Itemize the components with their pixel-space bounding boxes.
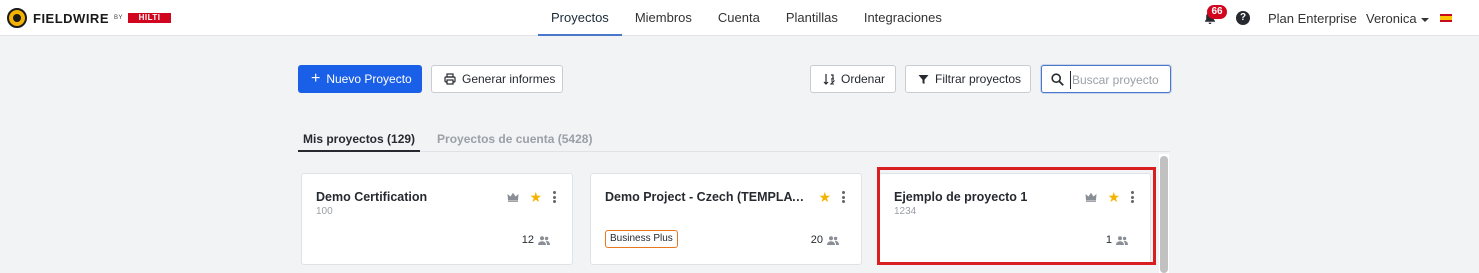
main-nav: Proyectos Miembros Cuenta Plantillas Int… xyxy=(538,0,955,36)
nav-item-proyectos[interactable]: Proyectos xyxy=(538,0,622,36)
nav-item-plantillas[interactable]: Plantillas xyxy=(773,0,851,36)
generate-reports-button[interactable]: Generar informes xyxy=(431,65,563,93)
plan-label[interactable]: Plan Enterprise xyxy=(1268,11,1357,26)
printer-icon xyxy=(444,73,456,85)
star-icon[interactable]: ★ xyxy=(529,190,542,204)
nav-item-integraciones[interactable]: Integraciones xyxy=(851,0,955,36)
scrollbar-thumb[interactable] xyxy=(1160,156,1168,273)
project-members: 12 xyxy=(522,234,550,246)
project-card[interactable]: Demo Certification 100 ★ 12 xyxy=(301,173,573,265)
more-options-icon[interactable] xyxy=(552,191,556,203)
plan-badge: Business Plus xyxy=(605,230,678,248)
project-tabs: Mis proyectos (129) Proyectos de cuenta … xyxy=(298,126,1170,152)
members-count: 12 xyxy=(521,234,534,246)
crown-icon xyxy=(507,192,519,202)
generate-reports-label: Generar informes xyxy=(462,72,556,86)
star-icon[interactable]: ★ xyxy=(1107,190,1120,204)
more-options-icon[interactable] xyxy=(841,191,845,203)
project-members: 20 xyxy=(811,234,839,246)
more-options-icon[interactable] xyxy=(1130,191,1134,203)
members-count: 1 xyxy=(1105,234,1112,246)
filter-icon xyxy=(918,74,929,84)
filter-projects-label: Filtrar proyectos xyxy=(935,72,1022,86)
search-icon xyxy=(1051,73,1064,86)
sort-label: Ordenar xyxy=(841,72,886,86)
new-project-label: Nuevo Proyecto xyxy=(326,72,412,86)
project-title: Demo Certification xyxy=(316,190,428,204)
user-menu[interactable]: Veronica xyxy=(1366,11,1429,26)
search-input[interactable] xyxy=(1070,71,1166,89)
people-icon xyxy=(827,235,839,245)
tab-account-projects[interactable]: Proyectos de cuenta (5428) xyxy=(432,126,597,152)
search-box[interactable] xyxy=(1041,65,1171,93)
tab-my-projects[interactable]: Mis proyectos (129) xyxy=(298,126,421,152)
project-title: Demo Project - Czech (TEMPLATE - ... xyxy=(605,190,805,204)
brand-name: FIELDWIRE xyxy=(33,10,109,26)
top-navigation-bar: FIELDWIRE BY HILTI Proyectos Miembros Cu… xyxy=(0,0,1479,36)
new-project-button[interactable]: + Nuevo Proyecto xyxy=(298,65,422,93)
members-count: 20 xyxy=(810,234,823,246)
project-members: 1 xyxy=(1106,234,1128,246)
sort-icon xyxy=(823,74,835,85)
spain-flag-icon[interactable] xyxy=(1440,14,1452,22)
filter-projects-button[interactable]: Filtrar proyectos xyxy=(905,65,1031,93)
nav-item-miembros[interactable]: Miembros xyxy=(622,0,705,36)
help-icon[interactable]: ? xyxy=(1236,11,1250,25)
project-code: 100 xyxy=(316,206,333,217)
project-card[interactable]: Ejemplo de proyecto 1 1234 ★ 1 xyxy=(879,173,1151,265)
notification-count-badge[interactable]: 66 xyxy=(1207,5,1227,19)
fieldwire-logo[interactable]: FIELDWIRE BY HILTI xyxy=(7,8,172,28)
people-icon xyxy=(538,235,550,245)
crown-icon xyxy=(1085,192,1097,202)
project-card-actions: ★ xyxy=(818,190,845,204)
people-icon xyxy=(1116,235,1128,245)
plus-icon: + xyxy=(311,70,321,87)
nav-item-cuenta[interactable]: Cuenta xyxy=(705,0,773,36)
hilti-logo: HILTI xyxy=(128,13,172,23)
chevron-down-icon xyxy=(1420,17,1429,22)
project-card[interactable]: Demo Project - Czech (TEMPLATE - ... ★ B… xyxy=(590,173,862,265)
star-icon[interactable]: ★ xyxy=(818,190,831,204)
fieldwire-logo-icon xyxy=(7,8,27,28)
project-card-actions: ★ xyxy=(1085,190,1134,204)
brand-by: BY xyxy=(114,15,124,21)
sort-button[interactable]: Ordenar xyxy=(810,65,896,93)
project-code: 1234 xyxy=(894,206,917,217)
project-title: Ejemplo de proyecto 1 xyxy=(894,190,1028,204)
user-name: Veronica xyxy=(1366,11,1417,26)
project-card-actions: ★ xyxy=(507,190,556,204)
